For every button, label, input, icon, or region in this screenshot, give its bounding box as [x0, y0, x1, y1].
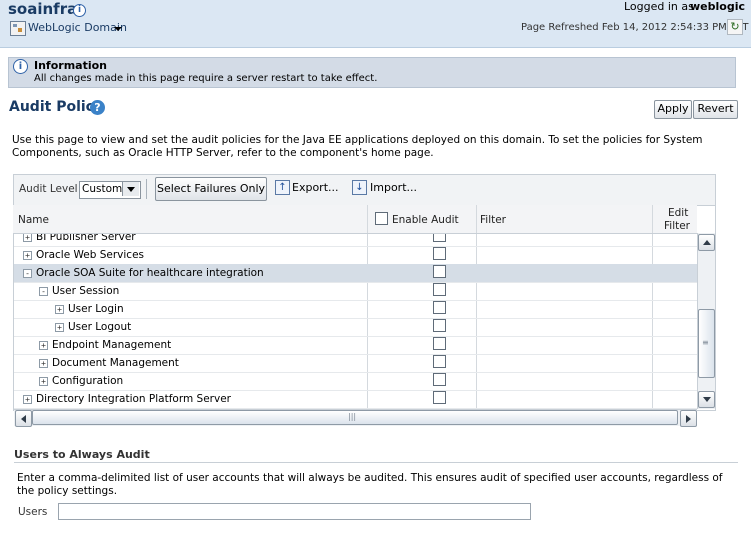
information-title: Information [34, 59, 107, 72]
app-title: soainfra [8, 0, 78, 18]
row-label: User Login [68, 303, 124, 315]
enable-audit-checkbox[interactable] [433, 355, 446, 368]
expand-icon[interactable]: + [39, 377, 48, 386]
toolbar-separator [146, 179, 147, 199]
expand-icon[interactable]: + [23, 395, 32, 404]
help-icon[interactable]: ? [90, 100, 105, 115]
row-label: Directory Integration Platform Server [36, 393, 231, 405]
row-label: Oracle SOA Suite for healthcare integrat… [36, 267, 264, 279]
column-header-edit-text2[interactable]: Filter [664, 220, 690, 232]
row-label: Oracle Web Services [36, 249, 145, 261]
select-failures-only-button[interactable]: Select Failures Only [155, 177, 267, 201]
row-label: Configuration [52, 375, 124, 387]
table-row[interactable]: + User Logout [14, 318, 697, 337]
scroll-down-icon[interactable] [698, 391, 715, 408]
table-row-selected[interactable]: - Oracle SOA Suite for healthcare integr… [14, 264, 697, 283]
page-refreshed-timestamp: Page Refreshed Feb 14, 2012 2:54:33 PM P… [521, 22, 749, 33]
logged-in-label: Logged in as [624, 0, 694, 13]
scroll-right-icon[interactable] [680, 410, 697, 427]
scroll-up-icon[interactable] [698, 234, 715, 251]
users-label: Users [18, 506, 48, 518]
page-description: Use this page to view and set the audit … [12, 134, 703, 159]
table-header-cover [13, 205, 697, 234]
column-header-edit-text1[interactable]: Edit [668, 207, 688, 219]
page-title: Audit Policy [9, 99, 104, 115]
table-row[interactable]: + Document Management [14, 354, 697, 373]
export-icon[interactable]: ↑ [275, 180, 290, 195]
audit-level-value[interactable]: Custom [82, 183, 122, 195]
enable-audit-checkbox[interactable] [433, 373, 446, 386]
weblogic-domain-menu[interactable]: WebLogic Domain [28, 21, 127, 34]
section-title: Users to Always Audit [14, 448, 150, 461]
information-icon: i [13, 59, 28, 74]
revert-button[interactable]: Revert [693, 100, 738, 119]
collapse-icon[interactable]: - [23, 269, 32, 278]
export-button[interactable]: Export... [292, 181, 339, 194]
enable-audit-checkbox[interactable] [433, 247, 446, 260]
information-message: All changes made in this page require a … [34, 73, 378, 84]
section-divider [14, 462, 738, 463]
grip-icon: ≡ [702, 338, 709, 347]
enable-audit-checkbox[interactable] [433, 391, 446, 404]
table-row[interactable]: + Oracle Web Services [14, 246, 697, 265]
expand-icon[interactable]: + [39, 341, 48, 350]
scroll-left-icon[interactable] [15, 410, 32, 427]
column-header-name-text[interactable]: Name [18, 214, 49, 226]
enable-audit-checkbox[interactable] [433, 301, 446, 314]
table-row[interactable]: - User Session [14, 282, 697, 301]
grip-icon: ||| [348, 412, 357, 421]
domain-icon [10, 21, 26, 36]
row-label: Endpoint Management [52, 339, 172, 351]
row-label: User Session [52, 285, 120, 297]
dropdown-arrow-icon[interactable] [122, 182, 139, 196]
column-header-filter-text[interactable]: Filter [480, 214, 506, 226]
expand-icon[interactable]: + [39, 359, 48, 368]
expand-icon[interactable]: + [23, 251, 32, 260]
section-description: Enter a comma-delimited list of user acc… [17, 472, 723, 497]
collapse-icon[interactable]: - [39, 287, 48, 296]
import-button[interactable]: Import... [370, 181, 417, 194]
expand-icon[interactable]: + [55, 323, 64, 332]
import-icon[interactable]: ↓ [352, 180, 367, 195]
expand-icon[interactable]: + [23, 233, 32, 242]
table-row[interactable]: + User Login [14, 300, 697, 319]
table-row[interactable]: + Directory Integration Platform Server [14, 390, 697, 409]
enable-audit-checkbox[interactable] [433, 337, 446, 350]
enable-audit-checkbox[interactable] [433, 283, 446, 296]
expand-icon[interactable]: + [55, 305, 64, 314]
select-all-checkbox[interactable] [375, 212, 388, 225]
row-label: User Logout [68, 321, 132, 333]
users-input[interactable] [58, 503, 531, 520]
enable-audit-checkbox[interactable] [433, 319, 446, 332]
table-row[interactable]: + Configuration [14, 372, 697, 391]
audit-level-label: Audit Level [19, 183, 78, 195]
enable-audit-checkbox[interactable] [433, 265, 446, 278]
column-header-enable-audit-text[interactable]: Enable Audit [392, 214, 459, 226]
user-name[interactable]: weblogic [690, 0, 745, 13]
info-icon[interactable]: i [73, 4, 86, 17]
chevron-down-icon[interactable] [114, 27, 122, 31]
apply-button[interactable]: Apply [654, 100, 692, 119]
table-row[interactable]: + Endpoint Management [14, 336, 697, 355]
row-label: Document Management [52, 357, 179, 369]
refresh-icon[interactable]: ↻ [727, 19, 743, 35]
